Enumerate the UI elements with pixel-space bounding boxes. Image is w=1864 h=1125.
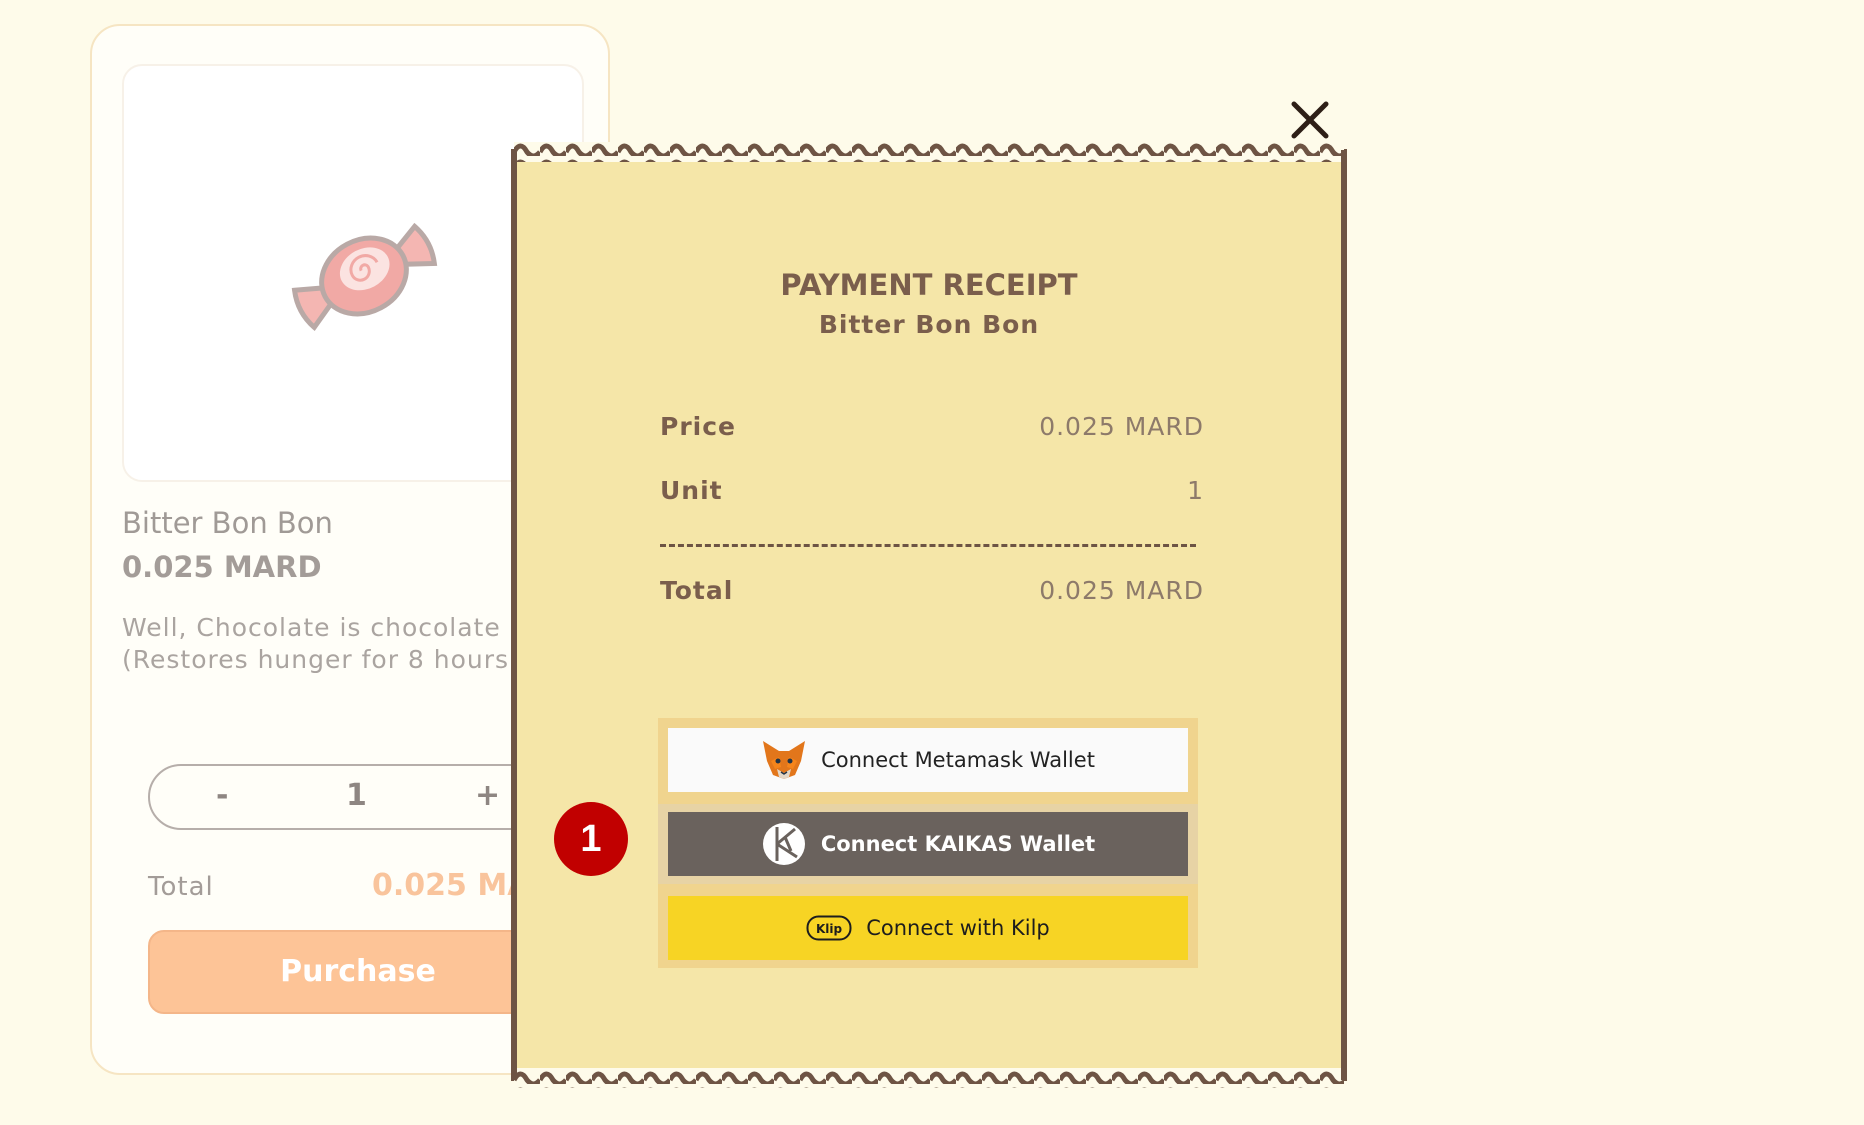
total-label: Total: [148, 872, 214, 902]
total-value: 0.025 MA: [372, 868, 531, 903]
wallet-options: Connect Metamask Wallet Connect KAIKAS W…: [658, 718, 1198, 968]
purchase-button[interactable]: Purchase: [148, 930, 568, 1014]
payment-receipt-modal: PAYMENT RECEIPT Bitter Bon Bon Price 0.0…: [510, 140, 1348, 1090]
receipt-item-name: Bitter Bon Bon: [818, 310, 1040, 339]
candy-icon: [291, 222, 438, 332]
unit-label: Unit: [660, 476, 723, 505]
product-price: 0.025 MARD: [122, 550, 322, 584]
price-value: 0.025 MARD: [1039, 412, 1204, 441]
klip-label: Connect with Kilp: [866, 916, 1050, 940]
quantity-decrease-button[interactable]: -: [216, 778, 228, 813]
klip-icon-text: Klip: [816, 922, 843, 936]
unit-value: 1: [1187, 476, 1204, 505]
close-icon[interactable]: [1286, 96, 1334, 144]
quantity-increase-button[interactable]: +: [475, 778, 500, 813]
receipt-divider: [660, 544, 1196, 547]
receipt-title: PAYMENT RECEIPT: [780, 268, 1078, 302]
quantity-value[interactable]: 1: [346, 778, 367, 813]
connect-klip-button[interactable]: Klip Connect with Kilp: [668, 896, 1188, 960]
step-number-badge: 1: [554, 802, 628, 876]
kaikas-icon: [762, 823, 805, 865]
connect-metamask-button[interactable]: Connect Metamask Wallet: [668, 728, 1188, 792]
metamask-label: Connect Metamask Wallet: [821, 748, 1095, 772]
price-label: Price: [660, 412, 736, 441]
product-name: Bitter Bon Bon: [122, 506, 333, 540]
metamask-fox-icon: [763, 741, 806, 779]
quantity-stepper: - 1 +: [148, 764, 568, 830]
kaikas-label: Connect KAIKAS Wallet: [820, 832, 1096, 856]
receipt-total-label: Total: [660, 576, 734, 605]
receipt-total-value: 0.025 MARD: [1039, 576, 1204, 605]
klip-icon: Klip: [806, 915, 852, 941]
connect-kaikas-button[interactable]: Connect KAIKAS Wallet: [668, 812, 1188, 876]
